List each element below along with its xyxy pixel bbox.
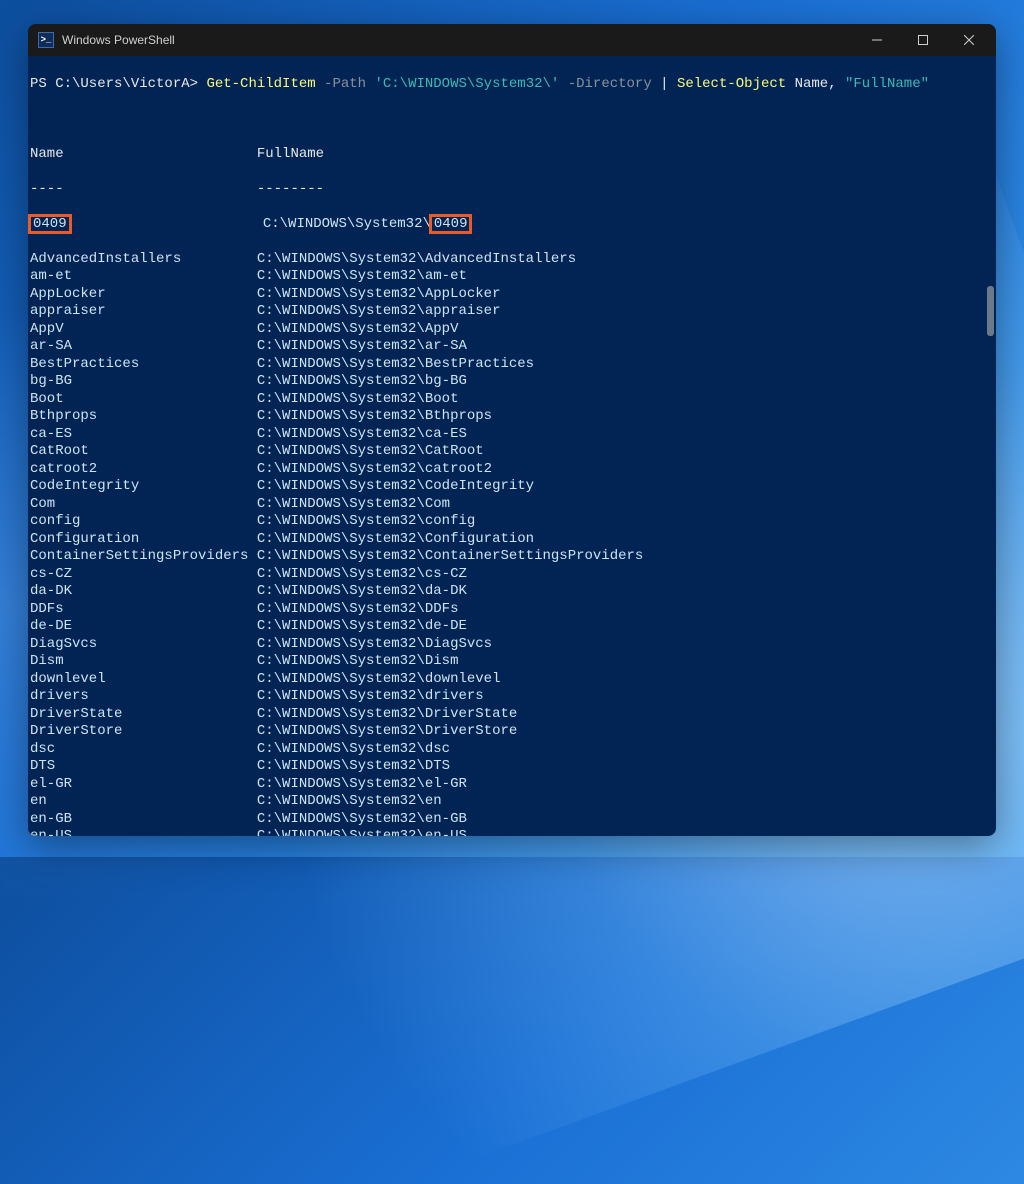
close-button[interactable] xyxy=(946,24,992,56)
table-row: config C:\WINDOWS\System32\config xyxy=(30,513,990,531)
param-directory: -Directory xyxy=(559,76,651,92)
table-row: catroot2 C:\WINDOWS\System32\catroot2 xyxy=(30,461,990,479)
table-row: AppLocker C:\WINDOWS\System32\AppLocker xyxy=(30,286,990,304)
table-row: DriverStore C:\WINDOWS\System32\DriverSt… xyxy=(30,723,990,741)
highlight-fullname: 0409 xyxy=(429,214,473,234)
powershell-window: >_ Windows PowerShell PS C:\Users\Victor… xyxy=(28,24,996,836)
header-name: Name xyxy=(30,146,257,162)
header-separator: ---- -------- xyxy=(30,181,990,199)
table-row: en C:\WINDOWS\System32\en xyxy=(30,793,990,811)
table-row: DTS C:\WINDOWS\System32\DTS xyxy=(30,758,990,776)
table-row: en-US C:\WINDOWS\System32\en-US xyxy=(30,828,990,836)
arg-fullname: "FullName" xyxy=(845,76,929,92)
maximize-button[interactable] xyxy=(900,24,946,56)
table-row: DriverState C:\WINDOWS\System32\DriverSt… xyxy=(30,706,990,724)
table-row: el-GR C:\WINDOWS\System32\el-GR xyxy=(30,776,990,794)
cmdlet-get-childitem: Get-ChildItem xyxy=(206,76,315,92)
table-row: cs-CZ C:\WINDOWS\System32\cs-CZ xyxy=(30,566,990,584)
table-row: en-GB C:\WINDOWS\System32\en-GB xyxy=(30,811,990,829)
window-title: Windows PowerShell xyxy=(62,33,854,47)
window-titlebar[interactable]: >_ Windows PowerShell xyxy=(28,24,996,56)
table-row: ContainerSettingsProviders C:\WINDOWS\Sy… xyxy=(30,548,990,566)
blank-line xyxy=(30,111,990,129)
table-row: DDFs C:\WINDOWS\System32\DDFs xyxy=(30,601,990,619)
table-row: CodeIntegrity C:\WINDOWS\System32\CodeIn… xyxy=(30,478,990,496)
param-path: -Path xyxy=(316,76,375,92)
table-row: Bthprops C:\WINDOWS\System32\Bthprops xyxy=(30,408,990,426)
prompt-prefix: PS C:\Users\VictorA> xyxy=(30,76,206,92)
table-row: Com C:\WINDOWS\System32\Com xyxy=(30,496,990,514)
table-row: drivers C:\WINDOWS\System32\drivers xyxy=(30,688,990,706)
scrollbar-thumb[interactable] xyxy=(987,286,994,336)
table-row: downlevel C:\WINDOWS\System32\downlevel xyxy=(30,671,990,689)
table-row: CatRoot C:\WINDOWS\System32\CatRoot xyxy=(30,443,990,461)
table-row: Boot C:\WINDOWS\System32\Boot xyxy=(30,391,990,409)
pipe-operator: | xyxy=(652,76,677,92)
table-row: Dism C:\WINDOWS\System32\Dism xyxy=(30,653,990,671)
table-row: ar-SA C:\WINDOWS\System32\ar-SA xyxy=(30,338,990,356)
terminal-output[interactable]: PS C:\Users\VictorA> Get-ChildItem -Path… xyxy=(28,56,996,836)
path-argument: 'C:\WINDOWS\System32\' xyxy=(374,76,559,92)
table-row: de-DE C:\WINDOWS\System32\de-DE xyxy=(30,618,990,636)
column-headers: Name FullName xyxy=(30,146,990,164)
header-fullname: FullName xyxy=(257,146,324,162)
table-row: appraiser C:\WINDOWS\System32\appraiser xyxy=(30,303,990,321)
dash-name: ---- xyxy=(30,181,257,197)
table-row: AdvancedInstallers C:\WINDOWS\System32\A… xyxy=(30,251,990,269)
table-row: DiagSvcs C:\WINDOWS\System32\DiagSvcs xyxy=(30,636,990,654)
table-row: dsc C:\WINDOWS\System32\dsc xyxy=(30,741,990,759)
prompt-line: PS C:\Users\VictorA> Get-ChildItem -Path… xyxy=(30,76,990,94)
highlight-name: 0409 xyxy=(28,214,72,234)
dash-fullname: -------- xyxy=(257,181,324,197)
comma: , xyxy=(828,76,845,92)
table-row: AppV C:\WINDOWS\System32\AppV xyxy=(30,321,990,339)
table-row: am-et C:\WINDOWS\System32\am-et xyxy=(30,268,990,286)
table-row: BestPractices C:\WINDOWS\System32\BestPr… xyxy=(30,356,990,374)
table-row: ca-ES C:\WINDOWS\System32\ca-ES xyxy=(30,426,990,444)
minimize-button[interactable] xyxy=(854,24,900,56)
table-row: bg-BG C:\WINDOWS\System32\bg-BG xyxy=(30,373,990,391)
fullname-prefix: C:\WINDOWS\System32\ xyxy=(263,216,431,232)
arg-name: Name xyxy=(786,76,828,92)
powershell-icon: >_ xyxy=(38,32,54,48)
table-row: Configuration C:\WINDOWS\System32\Config… xyxy=(30,531,990,549)
table-row: da-DK C:\WINDOWS\System32\da-DK xyxy=(30,583,990,601)
table-row-highlighted: 0409 C:\WINDOWS\System32\0409 xyxy=(30,216,990,234)
cmdlet-select-object: Select-Object xyxy=(677,76,786,92)
